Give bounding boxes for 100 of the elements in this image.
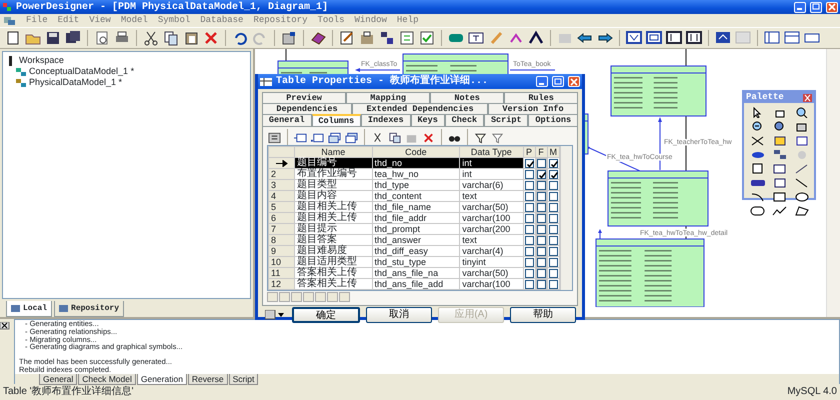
checkbox[interactable] <box>536 224 546 234</box>
line-icon[interactable] <box>794 177 810 188</box>
column-header[interactable]: F <box>535 146 547 158</box>
dialog-tab[interactable]: Check <box>444 114 484 126</box>
row-number[interactable]: 5 <box>268 202 294 212</box>
checkbox[interactable] <box>524 280 534 288</box>
toolbar-icon[interactable] <box>388 130 401 144</box>
toolbar-icon[interactable] <box>528 30 544 46</box>
toolbar-icon[interactable] <box>666 30 682 46</box>
checkbox[interactable] <box>524 170 534 178</box>
close-icon[interactable] <box>0 322 10 330</box>
menu-item[interactable]: Repository <box>253 14 308 28</box>
checkbox[interactable] <box>548 158 558 168</box>
entity-drawing[interactable] <box>608 170 708 226</box>
toolbar-icon[interactable] <box>328 130 341 144</box>
toolbar-icon[interactable] <box>232 30 248 46</box>
toolbar-icon[interactable] <box>65 30 81 46</box>
toolbar-icon[interactable] <box>183 30 199 46</box>
checkbox[interactable] <box>536 268 546 278</box>
entity-drawing[interactable] <box>610 66 706 116</box>
dialog-tab[interactable]: Rules <box>504 92 578 103</box>
row-number[interactable]: 6 <box>268 212 294 224</box>
toolbar-icon[interactable] <box>686 30 702 46</box>
dialog-tab[interactable]: General <box>262 114 312 126</box>
entity-drawing[interactable] <box>596 238 704 307</box>
checkbox[interactable] <box>536 258 546 266</box>
checkbox[interactable] <box>524 224 534 234</box>
checkbox[interactable] <box>548 280 558 288</box>
polygon-icon[interactable] <box>794 205 810 216</box>
row-number[interactable]: 9 <box>268 246 294 256</box>
toolbar-icon[interactable] <box>577 30 593 46</box>
column-header[interactable]: Data Type <box>460 146 523 158</box>
row-number[interactable]: 4 <box>268 190 294 202</box>
toolbar-icon[interactable] <box>281 30 297 46</box>
toolbar-icon[interactable] <box>45 30 61 46</box>
dialog-button[interactable]: 取消 <box>366 307 432 323</box>
output-tab[interactable]: General <box>39 374 78 385</box>
checkbox[interactable] <box>536 280 546 288</box>
ellipse-icon[interactable] <box>794 191 810 202</box>
rounded-rectangle-icon[interactable] <box>750 205 766 216</box>
toolbar-icon[interactable] <box>163 30 179 46</box>
dialog-tab[interactable]: Version Info <box>488 103 578 114</box>
output-tab[interactable]: Check Model <box>78 374 136 385</box>
dialog-tab[interactable]: Preview <box>262 92 346 103</box>
menu-item[interactable]: Window <box>354 14 387 28</box>
checkbox[interactable] <box>548 180 558 190</box>
dialog-button[interactable]: 帮助 <box>510 307 576 323</box>
menu-item[interactable]: Edit <box>58 14 80 28</box>
column-header[interactable]: Code <box>372 146 460 158</box>
toolbar-icon[interactable] <box>784 30 800 46</box>
toolbar-icon[interactable] <box>310 30 326 46</box>
checkbox[interactable] <box>524 180 534 190</box>
checkbox[interactable] <box>536 158 546 168</box>
row-number[interactable]: 2 <box>268 168 294 180</box>
checkbox[interactable] <box>524 236 534 244</box>
checkbox[interactable] <box>548 202 558 212</box>
scissors-icon[interactable] <box>750 135 766 146</box>
menu-item[interactable]: Tools <box>317 14 344 28</box>
menu-item[interactable]: Database <box>200 14 244 28</box>
column-header[interactable]: P <box>523 146 535 158</box>
checkbox[interactable] <box>524 258 534 266</box>
toolbar-icon[interactable] <box>626 30 642 46</box>
toolbar-icon[interactable] <box>715 30 731 46</box>
column-header[interactable]: Name <box>294 146 372 158</box>
checkbox[interactable] <box>548 192 558 200</box>
toolbar-icon[interactable] <box>268 130 281 144</box>
toolbar-icon[interactable] <box>399 30 415 46</box>
output-tab[interactable]: Generation <box>136 374 187 385</box>
row-number[interactable]: 8 <box>268 234 294 246</box>
checkbox[interactable] <box>524 202 534 212</box>
dialog-tab[interactable]: Script <box>484 114 528 126</box>
checkbox[interactable] <box>524 214 534 222</box>
checkbox[interactable] <box>536 236 546 244</box>
toolbar-icon[interactable] <box>764 30 780 46</box>
checkbox[interactable] <box>548 224 558 234</box>
tree-item[interactable]: PhysicalDataModel_1 * <box>29 76 122 90</box>
toolbar-icon[interactable] <box>379 30 395 46</box>
scrollbar[interactable] <box>826 49 840 317</box>
dialog-tab[interactable]: Options <box>528 114 578 126</box>
dialog-tab[interactable]: Notes <box>430 92 504 103</box>
rectangle-icon[interactable] <box>772 191 788 202</box>
toolbar-icon[interactable] <box>143 30 159 46</box>
checkbox[interactable] <box>536 192 546 200</box>
dialog-tab[interactable]: Dependencies <box>262 103 352 114</box>
toolbar-icon[interactable] <box>597 30 613 46</box>
dialog-button[interactable]: 确定 <box>292 307 360 323</box>
row-number[interactable]: 11 <box>268 268 294 278</box>
menu-item[interactable]: Symbol <box>158 14 190 28</box>
output-tab[interactable]: Script <box>228 374 258 385</box>
checkbox[interactable] <box>524 158 534 168</box>
checkbox[interactable] <box>536 246 546 256</box>
checkbox[interactable] <box>536 170 546 178</box>
row-number[interactable]: 7 <box>268 224 294 234</box>
polyline-icon[interactable] <box>772 205 788 216</box>
toolbar-icon[interactable] <box>646 30 662 46</box>
toolbar-icon[interactable] <box>339 30 355 46</box>
dialog-tab[interactable]: Indexes <box>361 114 411 126</box>
scrollbar[interactable] <box>560 146 572 290</box>
dialog-tab[interactable]: Columns <box>312 114 362 126</box>
menu-item[interactable]: Help <box>396 14 419 28</box>
